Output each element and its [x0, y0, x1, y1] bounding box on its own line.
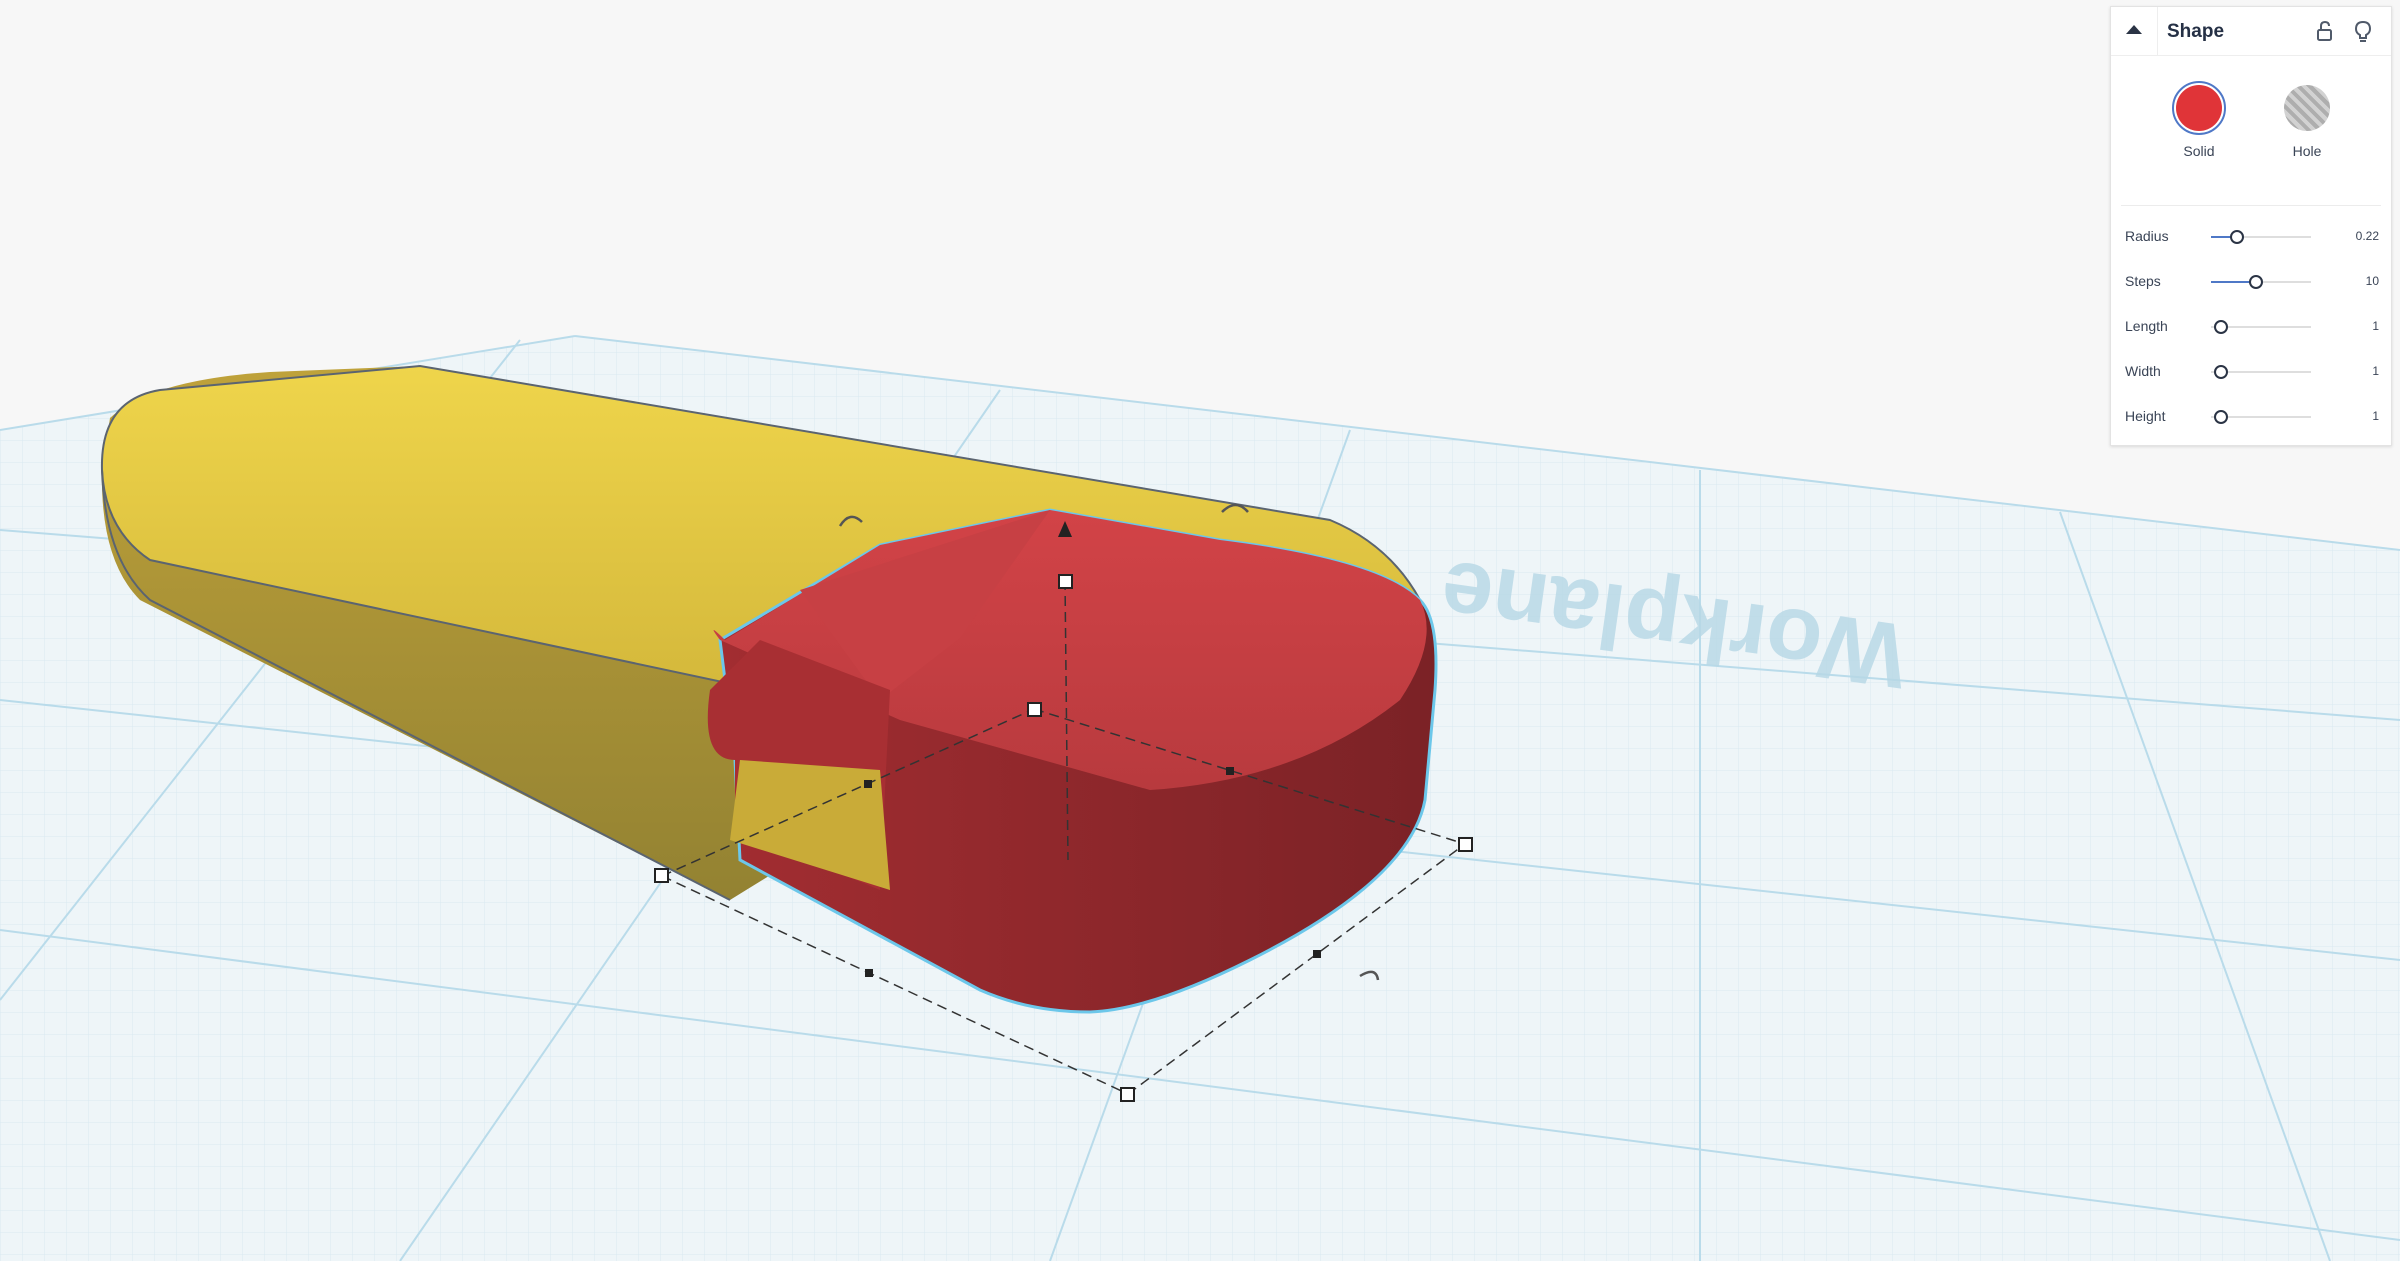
lock-button[interactable] [2313, 19, 2337, 43]
solid-color-swatch[interactable] [2176, 85, 2222, 131]
length-value[interactable]: 1 [2319, 319, 2379, 333]
height-slider[interactable] [2211, 405, 2311, 429]
hole-label: Hole [2292, 143, 2322, 159]
prop-row-height: Height 1 [2111, 402, 2391, 432]
height-label: Height [2125, 408, 2166, 424]
slider-knob[interactable] [2230, 230, 2244, 244]
edge-handle[interactable] [1226, 767, 1234, 775]
prop-row-radius: Radius 0.22 [2111, 222, 2391, 252]
visibility-button[interactable] [2351, 19, 2375, 43]
slider-knob[interactable] [2249, 275, 2263, 289]
panel-title: Shape [2167, 21, 2225, 42]
3d-viewport[interactable]: Workplane [0, 0, 2400, 1261]
edge-handle[interactable] [864, 780, 872, 788]
hole-swatch[interactable] [2284, 85, 2330, 131]
solid-material-option[interactable]: Solid [2159, 81, 2239, 159]
radius-slider[interactable] [2211, 225, 2311, 249]
solid-swatch-ring [2172, 81, 2226, 135]
radius-value[interactable]: 0.22 [2319, 229, 2379, 243]
solid-label: Solid [2183, 143, 2215, 159]
corner-handle[interactable] [1027, 702, 1042, 717]
prop-row-steps: Steps 10 [2111, 267, 2391, 297]
lock-open-icon [2317, 20, 2332, 41]
prop-row-width: Width 1 [2111, 357, 2391, 387]
height-value[interactable]: 1 [2319, 409, 2379, 423]
steps-value[interactable]: 10 [2319, 274, 2379, 288]
corner-handle[interactable] [654, 868, 669, 883]
workplane-scene[interactable]: Workplane [0, 0, 2400, 1261]
edge-handle[interactable] [1313, 950, 1321, 958]
length-slider[interactable] [2211, 315, 2311, 339]
width-label: Width [2125, 363, 2161, 379]
slider-knob[interactable] [2214, 410, 2228, 424]
width-slider[interactable] [2211, 360, 2311, 384]
slider-knob[interactable] [2214, 320, 2228, 334]
radius-label: Radius [2125, 228, 2169, 244]
shape-inspector-panel: Shape Solid Hole Radius 0.22 Steps 10 Le… [2110, 6, 2392, 446]
panel-header: Shape [2111, 7, 2391, 56]
hole-material-option[interactable]: Hole [2267, 81, 2347, 159]
steps-label: Steps [2125, 273, 2161, 289]
width-value[interactable]: 1 [2319, 364, 2379, 378]
slider-knob[interactable] [2214, 365, 2228, 379]
length-label: Length [2125, 318, 2168, 334]
hole-swatch-ring [2280, 81, 2334, 135]
height-handle[interactable] [1058, 574, 1073, 589]
prop-row-length: Length 1 [2111, 312, 2391, 342]
corner-handle[interactable] [1458, 837, 1473, 852]
collapse-panel-button[interactable] [2111, 7, 2158, 55]
corner-handle[interactable] [1120, 1087, 1135, 1102]
chevron-up-icon [2126, 25, 2142, 34]
lightbulb-icon [2354, 20, 2372, 42]
edge-handle[interactable] [865, 969, 873, 977]
steps-slider[interactable] [2211, 270, 2311, 294]
panel-divider [2121, 205, 2381, 206]
